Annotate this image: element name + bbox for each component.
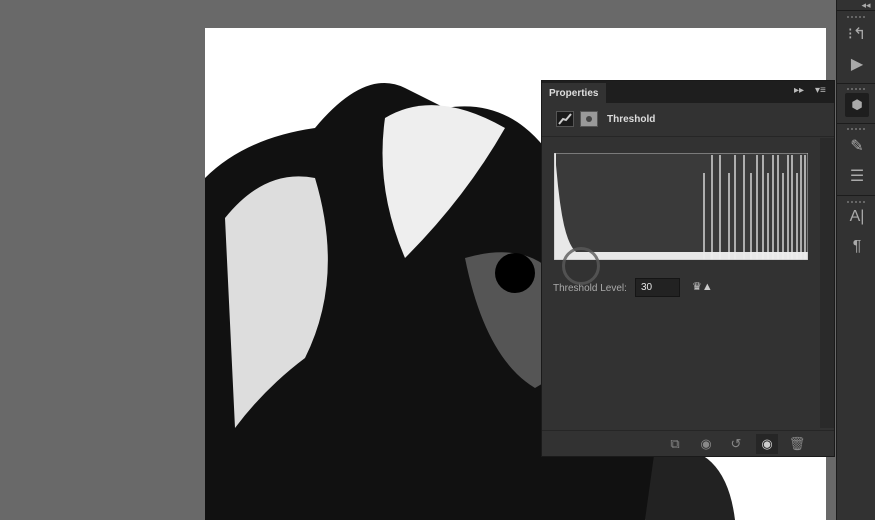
panel-scrollbar[interactable]: [820, 138, 834, 428]
tab-properties[interactable]: Properties: [542, 83, 606, 103]
collapse-icon[interactable]: ▸▸: [794, 85, 804, 96]
reset-icon[interactable]: ↺: [725, 434, 747, 454]
history-icon[interactable]: ⁝↰: [845, 24, 869, 44]
adjustment-icon[interactable]: [556, 111, 574, 127]
character-icon[interactable]: A|: [845, 208, 869, 226]
threshold-slider-cursor[interactable]: [562, 247, 600, 285]
paragraph-icon[interactable]: ¶: [845, 238, 869, 256]
delete-icon[interactable]: 🗑: [786, 434, 808, 454]
brush-presets-icon[interactable]: ☰: [845, 166, 869, 186]
panel-dock: ◂◂ ⁝↰ ▶ ⬢ ✎ ☰ A| ¶: [836, 0, 875, 520]
mask-icon[interactable]: [580, 111, 598, 127]
threshold-level-input[interactable]: 30: [635, 278, 680, 297]
clip-to-layer-icon[interactable]: ⧉: [664, 434, 686, 454]
panel-title: Threshold: [607, 114, 656, 125]
actions-icon[interactable]: ▶: [845, 54, 869, 74]
brush-icon[interactable]: ✎: [845, 136, 869, 156]
histogram: [554, 153, 808, 260]
threshold-level-label: Threshold Level:: [553, 283, 627, 294]
out-of-gamut-warning-icon[interactable]: ♛▲: [692, 280, 713, 293]
properties-icon[interactable]: ⬢: [845, 93, 869, 117]
visibility-icon[interactable]: ◉: [756, 434, 778, 454]
panel-menu-icon[interactable]: ▾≡: [815, 85, 826, 96]
view-previous-state-icon[interactable]: ◉: [695, 434, 717, 454]
